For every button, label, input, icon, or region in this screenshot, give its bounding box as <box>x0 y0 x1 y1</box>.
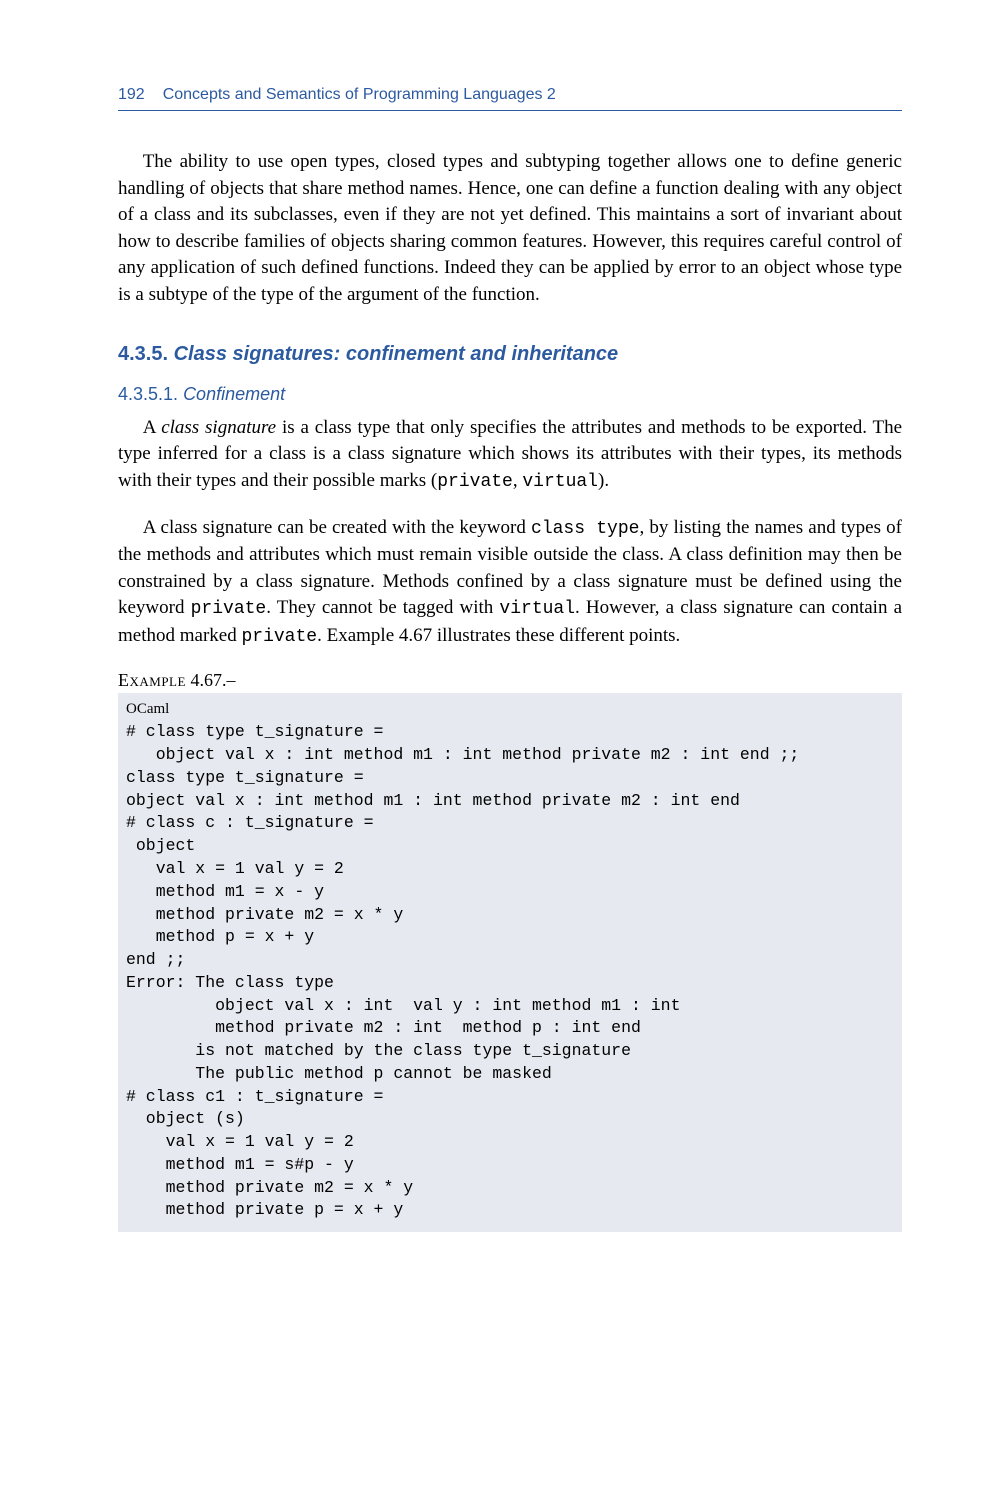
confinement-para-2: A class signature can be created with th… <box>118 515 902 650</box>
page: 192 Concepts and Semantics of Programmin… <box>0 0 1000 1500</box>
running-header: 192 Concepts and Semantics of Programmin… <box>118 86 902 111</box>
code-virtual: virtual <box>522 472 598 492</box>
code-virtual: virtual <box>499 599 575 619</box>
confinement-para-1: A class signature is a class type that o… <box>118 415 902 495</box>
page-number: 192 <box>118 86 145 104</box>
emphasis-class-signature: class signature <box>161 417 276 438</box>
text-fragment: . They cannot be tagged with <box>266 597 499 618</box>
text-fragment: A class signature can be created with th… <box>143 517 531 538</box>
book-title: Concepts and Semantics of Programming La… <box>163 86 556 104</box>
example-label: Example 4.67.– <box>118 670 902 691</box>
code-class-type: class type <box>531 519 639 539</box>
text-fragment: A <box>143 417 162 438</box>
subsection-heading: 4.3.5.1. Confinement <box>118 384 902 405</box>
code-content: # class type t_signature = object val x … <box>126 722 799 1219</box>
text-fragment: . Example 4.67 illustrates these differe… <box>317 625 680 646</box>
subsection-title: Confinement <box>183 384 285 404</box>
code-private: private <box>191 599 267 619</box>
section-heading: 4.3.5. Class signatures: confinement and… <box>118 343 902 366</box>
intro-paragraph: The ability to use open types, closed ty… <box>118 149 902 309</box>
code-language-label: OCaml <box>126 699 894 720</box>
subsection-number: 4.3.5.1. <box>118 384 178 404</box>
code-private: private <box>241 627 317 647</box>
section-title: Class signatures: confinement and inheri… <box>174 343 619 365</box>
code-private: private <box>437 472 513 492</box>
code-block: OCaml# class type t_signature = object v… <box>118 693 902 1233</box>
example-word: Example <box>118 670 186 690</box>
text-fragment: ). <box>598 470 609 491</box>
text-fragment: , <box>513 470 523 491</box>
example-number: 4.67.– <box>186 670 236 690</box>
section-number: 4.3.5. <box>118 343 168 365</box>
